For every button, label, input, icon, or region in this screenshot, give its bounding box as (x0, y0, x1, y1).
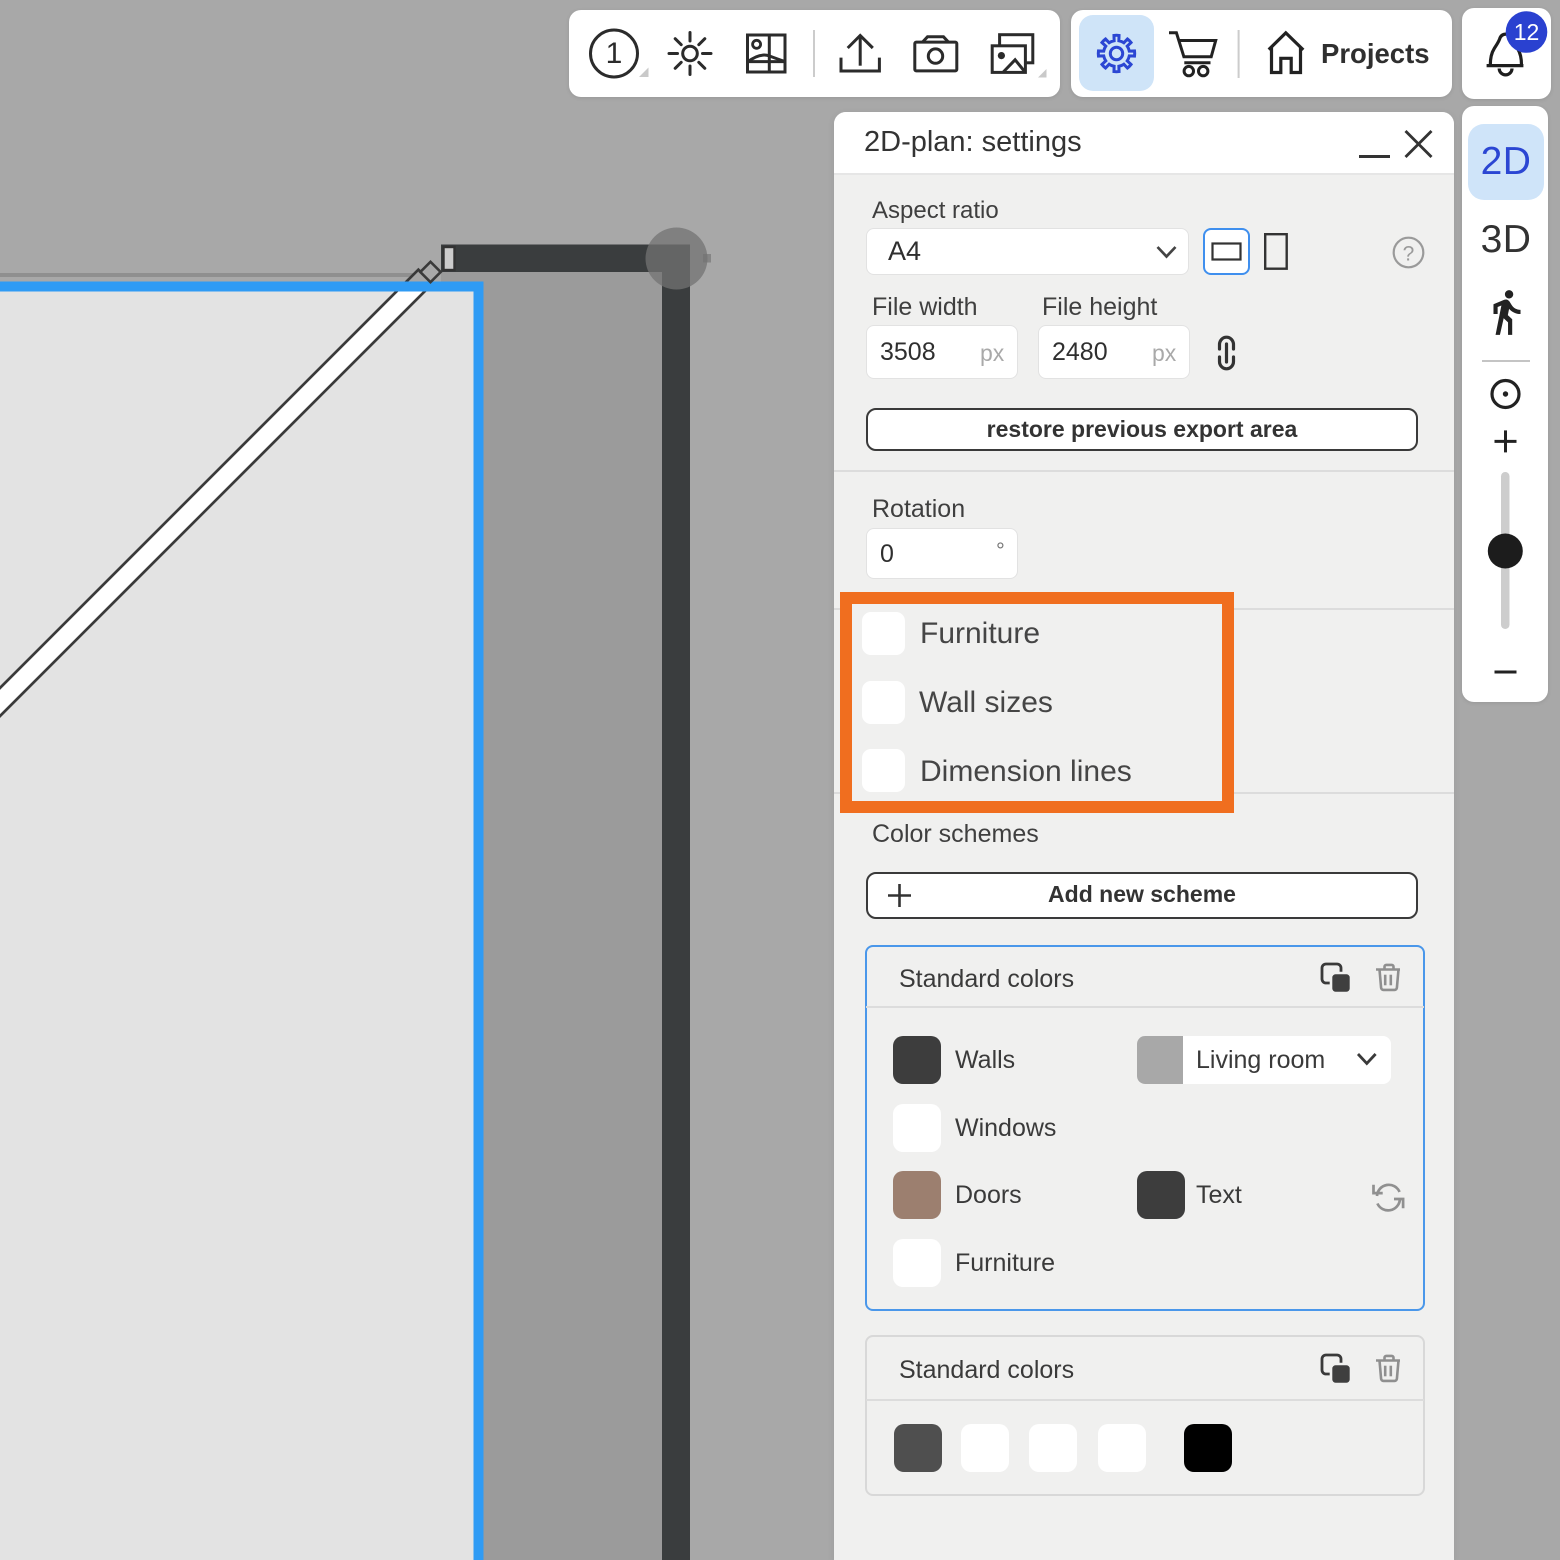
svg-text:12: 12 (1514, 19, 1540, 45)
svg-text:Projects: Projects (1321, 38, 1430, 69)
svg-text:1: 1 (606, 37, 623, 70)
svg-text:?: ? (1403, 243, 1415, 266)
